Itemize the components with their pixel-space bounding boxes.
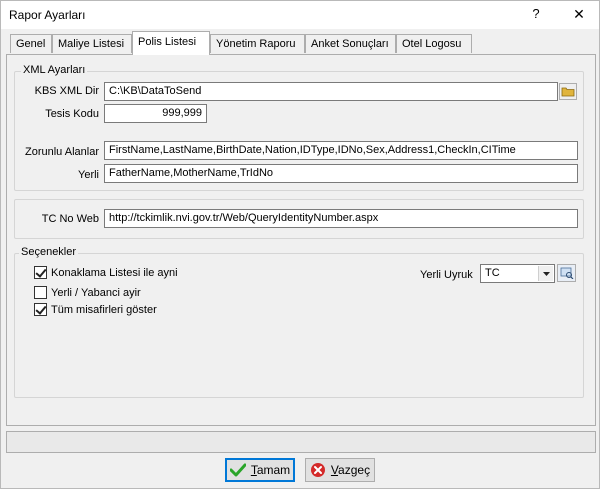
- vazgec-label: Vazgeç: [330, 463, 371, 477]
- help-button[interactable]: ?: [523, 4, 549, 24]
- lookup-button[interactable]: [557, 264, 576, 282]
- close-button[interactable]: ✕: [566, 4, 592, 24]
- tab-polis-listesi[interactable]: Polis Listesi: [132, 31, 210, 55]
- tesis-kodu-label: Tesis Kodu: [45, 108, 99, 120]
- checkbox-box[interactable]: [34, 303, 47, 316]
- tum-misafir-checkbox-label: Tüm misafirleri göster: [51, 303, 157, 316]
- yerli-uyruk-label: Yerli Uyruk: [420, 269, 473, 281]
- vazgec-button[interactable]: Vazgeç: [305, 458, 375, 482]
- tamam-button[interactable]: Tamam: [225, 458, 295, 482]
- xml-settings-legend: XML Ayarları: [21, 64, 88, 76]
- tab-yonetim-raporu[interactable]: Yönetim Raporu: [210, 34, 305, 53]
- yerli-yabanci-checkbox[interactable]: Yerli / Yabanci ayir: [34, 286, 141, 299]
- tum-misafir-checkbox[interactable]: Tüm misafirleri göster: [34, 303, 157, 316]
- tamam-label: Tamam: [250, 463, 291, 477]
- konaklama-checkbox-label: Konaklama Listesi ile ayni: [51, 266, 178, 279]
- konaklama-checkbox[interactable]: Konaklama Listesi ile ayni: [34, 266, 178, 279]
- zorunlu-alanlar-input[interactable]: FirstName,LastName,BirthDate,Nation,IDTy…: [104, 141, 578, 160]
- title-bar: Rapor Ayarları ? ✕: [1, 1, 599, 29]
- tab-maliye-listesi[interactable]: Maliye Listesi: [52, 34, 132, 53]
- checkbox-box[interactable]: [34, 266, 47, 279]
- yerli-uyruk-select[interactable]: TC: [480, 264, 555, 283]
- zorunlu-alanlar-label: Zorunlu Alanlar: [25, 146, 99, 158]
- rapor-ayarlari-dialog: Rapor Ayarları ? ✕ Genel Maliye Listesi …: [0, 0, 600, 489]
- yerli-uyruk-value: TC: [485, 267, 500, 279]
- tab-genel[interactable]: Genel: [10, 34, 52, 53]
- cancel-icon: [310, 463, 325, 477]
- status-bar: [6, 431, 596, 453]
- yerli-label: Yerli: [78, 169, 99, 181]
- tab-anket-sonuclari[interactable]: Anket Sonuçları: [305, 34, 396, 53]
- kbs-xml-dir-input[interactable]: C:\KB\DataToSend: [104, 82, 558, 101]
- browse-folder-button[interactable]: [559, 83, 577, 100]
- lookup-icon: [560, 267, 573, 279]
- tc-no-web-label: TC No Web: [41, 213, 99, 225]
- checkbox-box[interactable]: [34, 286, 47, 299]
- yerli-input[interactable]: FatherName,MotherName,TrIdNo: [104, 164, 578, 183]
- chevron-down-icon[interactable]: [538, 266, 553, 281]
- folder-icon: [561, 87, 575, 97]
- yerli-yabanci-checkbox-label: Yerli / Yabanci ayir: [51, 286, 141, 299]
- options-legend: Seçenekler: [19, 246, 79, 258]
- tab-otel-logosu[interactable]: Otel Logosu: [396, 34, 472, 53]
- window-title: Rapor Ayarları: [9, 8, 86, 22]
- kbs-xml-dir-label: KBS XML Dir: [34, 85, 99, 97]
- tesis-kodu-input[interactable]: 999,999: [104, 104, 207, 123]
- tc-no-web-input[interactable]: http://tckimlik.nvi.gov.tr/Web/QueryIden…: [104, 209, 578, 228]
- checkmark-icon: [229, 463, 246, 477]
